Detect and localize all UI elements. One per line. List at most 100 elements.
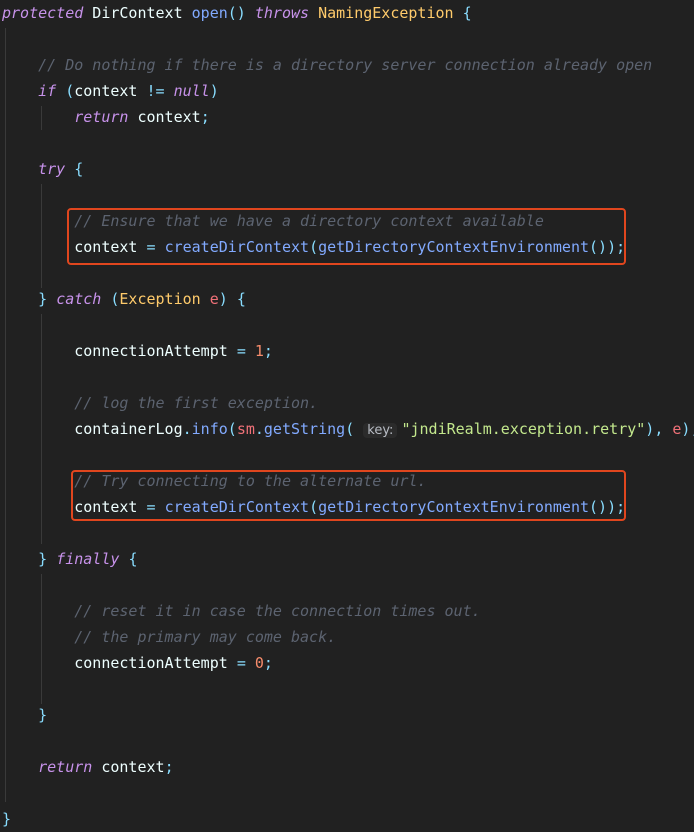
code-line[interactable]: connectionAttempt = 0; <box>0 650 694 676</box>
punctuation: } <box>38 550 48 568</box>
function-name: getString <box>263 420 346 438</box>
punctuation: { <box>128 550 138 568</box>
code-line[interactable]: return context; <box>0 104 694 130</box>
comment: // log the first exception. <box>74 394 319 412</box>
comment: // the primary may come back. <box>74 628 337 646</box>
code-line[interactable] <box>0 130 694 156</box>
punctuation: } <box>38 290 48 308</box>
punctuation: { <box>462 4 472 22</box>
number-literal: 0 <box>254 654 264 672</box>
function-name: open <box>191 4 228 22</box>
code-line[interactable]: } <box>0 702 694 728</box>
indent-guide <box>41 574 42 704</box>
code-line[interactable] <box>0 780 694 806</box>
code-text: connectionAttempt <box>2 654 237 672</box>
code-text: connectionAttempt <box>2 342 237 360</box>
code-line[interactable]: // the primary may come back. <box>0 624 694 650</box>
code-line[interactable] <box>0 312 694 338</box>
code-line[interactable]: containerLog.info(sm.getString( key: "jnd… <box>0 416 694 442</box>
indent-guide <box>41 106 42 130</box>
operator: = <box>236 654 246 672</box>
code-line[interactable]: connectionAttempt = 1; <box>0 338 694 364</box>
punctuation: ; <box>164 758 174 776</box>
punctuation: ( <box>345 420 355 438</box>
string-literal: "jndiRealm.exception.retry" <box>401 420 646 438</box>
function-name: info <box>191 420 228 438</box>
code-line[interactable]: } finally { <box>0 546 694 572</box>
keyword: null <box>173 82 210 100</box>
comment: // reset it in case the connection times… <box>74 602 481 620</box>
keyword: finally <box>56 550 120 568</box>
punctuation: } <box>2 810 12 828</box>
operator: = <box>236 342 246 360</box>
code-line[interactable] <box>0 520 694 546</box>
parameter-hint: key: <box>363 423 398 438</box>
code-line[interactable]: try { <box>0 156 694 182</box>
code-line[interactable]: // Do nothing if there is a directory se… <box>0 52 694 78</box>
code-line[interactable] <box>0 572 694 598</box>
punctuation: . <box>254 420 264 438</box>
code-editor[interactable]: protected DirContext open() throws Namin… <box>0 0 694 832</box>
keyword: if <box>38 82 57 100</box>
variable: sm <box>236 420 255 438</box>
punctuation: ; <box>263 342 273 360</box>
keyword: try <box>38 160 66 178</box>
keyword: protected <box>2 4 84 22</box>
code-line[interactable]: } <box>0 806 694 832</box>
highlight-box-catch <box>71 470 626 521</box>
code-line[interactable]: if (context != null) <box>0 78 694 104</box>
keyword: return <box>38 758 93 776</box>
number-literal: 1 <box>254 342 264 360</box>
code-line[interactable] <box>0 676 694 702</box>
punctuation: () <box>227 4 246 22</box>
code-line[interactable] <box>0 26 694 52</box>
code-line[interactable]: // log the first exception. <box>0 390 694 416</box>
punctuation: } <box>38 706 48 724</box>
punctuation: . <box>182 420 192 438</box>
code-line[interactable]: // reset it in case the connection times… <box>0 598 694 624</box>
code-text: context <box>74 82 147 100</box>
code-line[interactable]: return context; <box>0 754 694 780</box>
code-text: containerLog <box>2 420 183 438</box>
keyword: return <box>74 108 129 126</box>
code-line[interactable] <box>0 364 694 390</box>
code-line[interactable] <box>0 182 694 208</box>
code-line[interactable] <box>0 442 694 468</box>
punctuation: { <box>74 160 84 178</box>
code-line[interactable]: } catch (Exception e) { <box>0 286 694 312</box>
punctuation: ) <box>218 290 228 308</box>
highlight-box-try <box>67 208 626 265</box>
code-line[interactable] <box>0 728 694 754</box>
punctuation: ; <box>200 108 210 126</box>
variable: e <box>209 290 219 308</box>
code-text: context <box>92 758 165 776</box>
punctuation: ) <box>209 82 219 100</box>
punctuation: ( <box>227 420 237 438</box>
keyword: throws <box>254 4 310 22</box>
keyword: catch <box>56 290 102 308</box>
code-line[interactable]: protected DirContext open() throws Namin… <box>0 0 694 26</box>
punctuation: ; <box>263 654 273 672</box>
operator: != <box>146 82 165 100</box>
